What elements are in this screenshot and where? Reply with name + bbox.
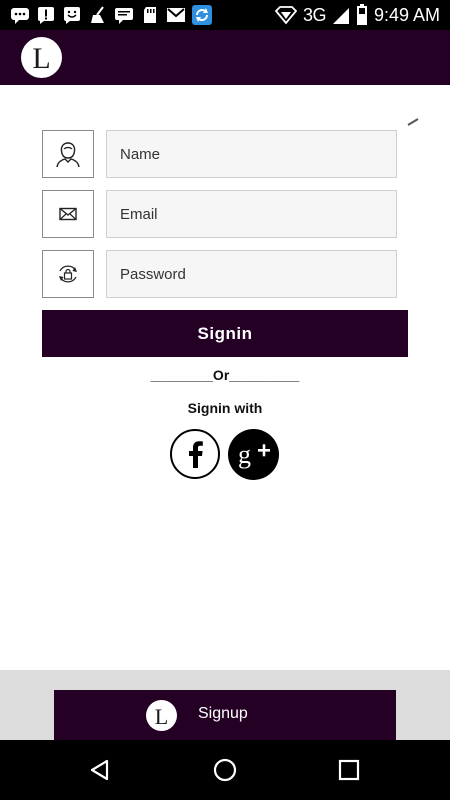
network-type: 3G <box>302 4 327 25</box>
email-icon-box <box>42 190 94 238</box>
name-icon-box <box>42 130 94 178</box>
svg-text:g: g <box>238 440 251 469</box>
envelope-icon <box>59 207 77 221</box>
lock-icon <box>59 265 77 283</box>
signin-with-label: Signin with <box>187 400 263 416</box>
stray-mark <box>407 118 419 126</box>
signal-icon <box>332 8 349 24</box>
signup-label: Signup <box>198 705 248 722</box>
password-row <box>42 250 398 298</box>
facebook-icon <box>189 441 203 468</box>
home-button[interactable] <box>205 750 245 790</box>
signin-screen: 3G 9:49 AM L Name Email Signin ________O… <box>0 0 450 800</box>
password-input[interactable] <box>106 250 397 298</box>
name-input[interactable] <box>106 130 397 178</box>
sync-icon <box>192 5 212 25</box>
email-input[interactable] <box>106 190 397 238</box>
notification-icons <box>10 4 212 26</box>
smiley-icon <box>64 7 80 24</box>
system-icons: 3G 9:49 AM <box>274 3 440 27</box>
back-triangle-icon <box>90 759 109 781</box>
user-icon <box>56 142 80 168</box>
google-login-button[interactable]: g <box>228 429 279 480</box>
logo-letter: L <box>32 41 51 75</box>
status-bar: 3G 9:49 AM <box>0 0 450 30</box>
gmail-icon <box>167 8 185 22</box>
broom-icon <box>91 6 104 23</box>
sd-card-icon <box>144 7 156 23</box>
facebook-login-button[interactable] <box>170 429 220 479</box>
email-row <box>42 190 398 238</box>
password-icon-box <box>42 250 94 298</box>
name-row <box>42 130 398 178</box>
signup-logo-letter: L <box>154 703 169 729</box>
recents-button[interactable] <box>329 750 369 790</box>
app-header: L <box>0 30 450 85</box>
signin-button[interactable]: Signin <box>42 310 408 357</box>
or-divider: ________Or_________ <box>150 367 300 383</box>
signup-logo: L <box>146 700 177 731</box>
chat-bubble-icon <box>11 8 29 24</box>
wifi-hotspot-icon <box>274 6 297 25</box>
google-plus-icon: g <box>238 440 270 469</box>
home-circle-icon <box>213 758 237 782</box>
back-button[interactable] <box>80 750 120 790</box>
app-logo[interactable]: L <box>21 37 62 78</box>
navigation-bar <box>0 740 450 800</box>
recents-square-icon <box>338 759 360 781</box>
signup-button[interactable]: L Signup <box>54 690 396 740</box>
battery-icon <box>356 4 367 25</box>
bottom-area: L Signup <box>0 670 450 740</box>
message-icon <box>115 8 133 24</box>
clock: 9:49 AM <box>373 4 440 25</box>
alert-icon <box>38 7 54 24</box>
